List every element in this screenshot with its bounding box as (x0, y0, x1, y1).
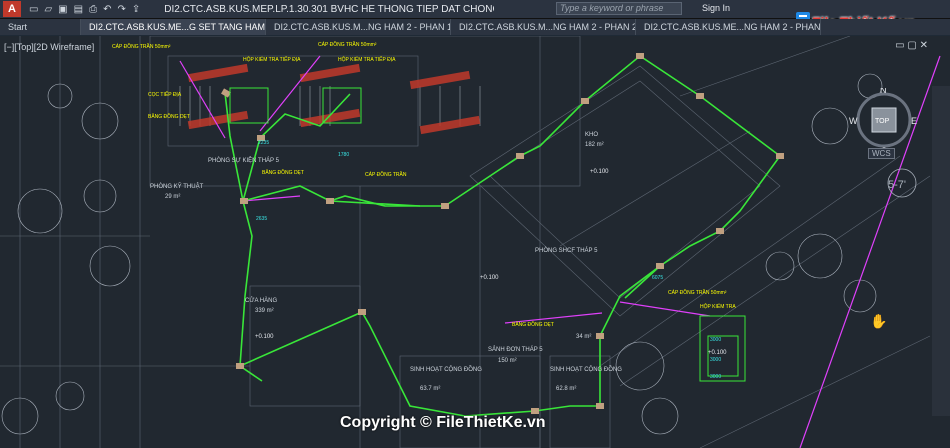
quick-access-toolbar: ▭ ▱ ▣ ▤ ⎙ ↶ ↷ ⇪ (29, 4, 140, 15)
search-input[interactable]: Type a keyword or phrase (556, 2, 682, 15)
svg-text:CỌC TIẾP ĐỊA: CỌC TIẾP ĐỊA (148, 91, 182, 98)
compass-north: N (880, 88, 887, 95)
svg-text:1780: 1780 (338, 152, 349, 158)
room-area: 150 m² (498, 358, 517, 364)
save-icon[interactable]: ▣ (58, 4, 67, 15)
svg-text:HỘP KIỂM TRA TIẾP ĐỊA: HỘP KIỂM TRA TIẾP ĐỊA (243, 56, 301, 63)
svg-text:3000: 3000 (710, 374, 721, 380)
application-menu-button[interactable]: A (3, 1, 21, 17)
room-name: KHO (585, 132, 598, 138)
drawing-viewport[interactable]: CÁP ĐỒNG TRẦN 50mm² CÁP ĐỒNG TRẦN 50mm² … (0, 36, 950, 448)
room-name: SINH HOẠT CỘNG ĐỒNG (550, 366, 622, 373)
drawing-canvas[interactable]: CÁP ĐỒNG TRẦN 50mm² CÁP ĐỒNG TRẦN 50mm² … (0, 36, 950, 448)
viewport-window-controls[interactable]: ▭ ▢ ✕ (895, 40, 928, 51)
svg-text:CÁP ĐỒNG TRẦN 50mm²: CÁP ĐỒNG TRẦN 50mm² (112, 43, 171, 50)
svg-text:3000: 3000 (710, 357, 721, 363)
room-labels: KHO 182 m² CỬA HÀNG 339 m² SẢNH ĐƠN THÁP… (150, 132, 622, 392)
svg-text:+0.100: +0.100 (480, 275, 499, 281)
tab-start[interactable]: Start (0, 19, 81, 35)
room-area: 29 m² (165, 194, 180, 200)
svg-text:BĂNG ĐỒNG DẸT: BĂNG ĐỒNG DẸT (262, 169, 304, 176)
svg-text:CÁP ĐỒNG TRẦN 50mm²: CÁP ĐỒNG TRẦN 50mm² (668, 289, 727, 296)
architectural-walls (0, 36, 931, 448)
sign-in-link[interactable]: Sign In (702, 3, 730, 13)
room-name: PHÒNG SHCF THÁP 5 (535, 247, 598, 254)
svg-text:6075: 6075 (652, 275, 663, 281)
share-icon[interactable]: ⇪ (132, 4, 140, 15)
compass-west: W (849, 116, 858, 126)
room-area: 62.8 m² (556, 386, 576, 392)
open-icon[interactable]: ▱ (44, 4, 52, 15)
svg-text:2235: 2235 (258, 140, 269, 146)
svg-text:HỘP KIỂM TRA: HỘP KIỂM TRA (700, 303, 736, 310)
parking-blocks (187, 63, 481, 135)
svg-text:+0.100: +0.100 (590, 169, 609, 175)
room-name: SINH HOẠT CỘNG ĐỒNG (410, 366, 482, 373)
new-icon[interactable]: ▭ (29, 4, 38, 15)
room-area: 339 m² (255, 308, 274, 314)
viewcube[interactable]: TOP N S E W (848, 88, 918, 178)
copyright-watermark: Copyright © FileThietKe.vn (340, 414, 546, 431)
tab-drawing-4[interactable]: DI2.CTC.ASB.KUS.ME...NG HAM 2 - PHAN (636, 19, 821, 35)
tab-drawing-1[interactable]: DI2.CTC.ASB.KUS.ME...G SET TANG HAM 2* (81, 19, 266, 35)
svg-text:2635: 2635 (256, 216, 267, 222)
room-area: 34 m² (576, 334, 591, 340)
viewport-controls[interactable]: [−][Top][2D Wireframe] (4, 42, 94, 52)
svg-text:5-7': 5-7' (888, 179, 906, 191)
room-name: SẢNH ĐƠN THÁP 5 (488, 346, 543, 353)
room-name: PHÒNG KỸ THUẬT (150, 183, 204, 190)
svg-text:HỘP KIỂM TRA TIẾP ĐỊA: HỘP KIỂM TRA TIẾP ĐỊA (338, 56, 396, 63)
print-icon[interactable]: ⎙ (89, 4, 97, 15)
navigation-bar[interactable] (932, 86, 950, 416)
save-as-icon[interactable]: ▤ (74, 4, 83, 15)
undo-icon[interactable]: ↶ (103, 4, 111, 15)
document-title: DI2.CTC.ASB.KUS.MEP.LP.1.30.301 BVHC HE … (164, 3, 494, 15)
wcs-menu[interactable]: WCS (868, 148, 895, 159)
redo-icon[interactable]: ↷ (117, 4, 125, 15)
room-name: CỬA HÀNG (245, 297, 277, 304)
svg-text:+0.100: +0.100 (708, 350, 727, 356)
room-area: 63.7 m² (420, 386, 440, 392)
room-area: 182 m² (585, 142, 604, 148)
svg-text:+0.100: +0.100 (255, 334, 274, 340)
svg-text:CÁP ĐỒNG TRẦN 50mm²: CÁP ĐỒNG TRẦN 50mm² (318, 41, 377, 48)
svg-text:BĂNG ĐỒNG DẸT: BĂNG ĐỒNG DẸT (148, 113, 190, 120)
svg-text:3000: 3000 (710, 337, 721, 343)
tab-drawing-3[interactable]: DI2.CTC.ASB.KUS.M...NG HAM 2 - PHAN 2* (451, 19, 636, 35)
svg-text:TOP: TOP (875, 118, 890, 125)
file-tabs: Start DI2.CTC.ASB.KUS.ME...G SET TANG HA… (0, 19, 950, 35)
svg-text:CÁP ĐỒNG TRẦN: CÁP ĐỒNG TRẦN (365, 171, 407, 178)
pan-cursor-icon: ✋ (870, 313, 887, 329)
tab-drawing-2[interactable]: DI2.CTC.ASB.KUS.M...NG HAM 2 - PHAN 1* (266, 19, 451, 35)
room-name: PHÒNG SỰ KIỆN THÁP 5 (208, 156, 280, 164)
compass-east: E (911, 116, 917, 126)
svg-text:BĂNG ĐỒNG DẸT: BĂNG ĐỒNG DẸT (512, 321, 554, 328)
